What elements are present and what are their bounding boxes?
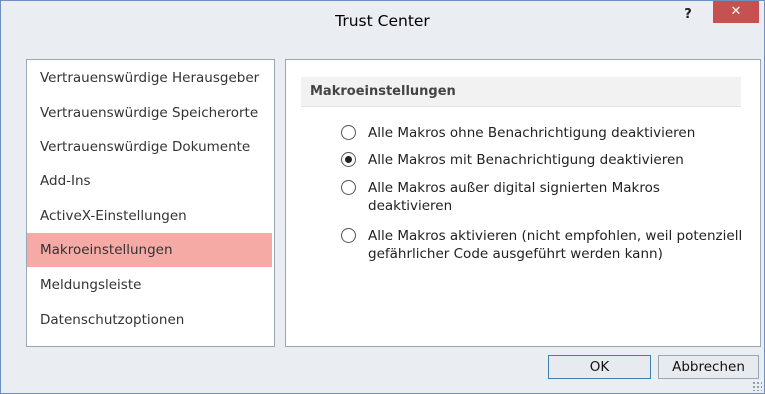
category-list: Vertrauenswürdige Herausgeber Vertrauens… xyxy=(26,59,275,347)
close-button[interactable]: ✕ xyxy=(713,1,759,23)
section-title: Makroeinstellungen xyxy=(301,77,741,107)
radio-button-checked[interactable] xyxy=(341,152,356,167)
option-label: Alle Makros außer digital signierten Mak… xyxy=(368,180,660,214)
resize-grip-icon[interactable] xyxy=(752,381,762,391)
sidebar-item-meldungsleiste[interactable]: Meldungsleiste xyxy=(27,268,272,302)
sidebar-item-herausgeber[interactable]: Vertrauenswürdige Herausgeber xyxy=(27,61,272,95)
option-label: Alle Makros aktivieren (nicht empfohlen,… xyxy=(368,228,743,262)
help-button[interactable]: ? xyxy=(673,5,703,29)
sidebar-item-speicherorte[interactable]: Vertrauenswürdige Speicherorte xyxy=(27,96,272,130)
close-icon: ✕ xyxy=(730,4,742,19)
sidebar-item-activex[interactable]: ActiveX-Einstellungen xyxy=(27,199,272,233)
cancel-button[interactable]: Abbrechen xyxy=(658,355,759,379)
option-label: Alle Makros mit Benachrichtigung deaktiv… xyxy=(368,152,684,168)
sidebar-item-dokumente[interactable]: Vertrauenswürdige Dokumente xyxy=(27,130,272,164)
ok-button[interactable]: OK xyxy=(548,355,651,379)
settings-panel: Makroeinstellungen Alle Makros ohne Bena… xyxy=(285,59,761,347)
title-bar[interactable]: Trust Center ? ✕ xyxy=(1,1,764,39)
trust-center-dialog: Trust Center ? ✕ Vertrauenswürdige Herau… xyxy=(0,0,765,394)
radio-button[interactable] xyxy=(341,180,356,195)
window-title: Trust Center xyxy=(335,12,430,30)
option-label: Alle Makros ohne Benachrichtigung deakti… xyxy=(368,125,696,141)
sidebar-item-datenschutz[interactable]: Datenschutzoptionen xyxy=(27,303,272,337)
radio-button[interactable] xyxy=(341,228,356,243)
radio-button[interactable] xyxy=(341,125,356,140)
sidebar-item-add-ins[interactable]: Add-Ins xyxy=(27,164,272,198)
sidebar-item-makroeinstellungen[interactable]: Makroeinstellungen xyxy=(27,233,272,267)
